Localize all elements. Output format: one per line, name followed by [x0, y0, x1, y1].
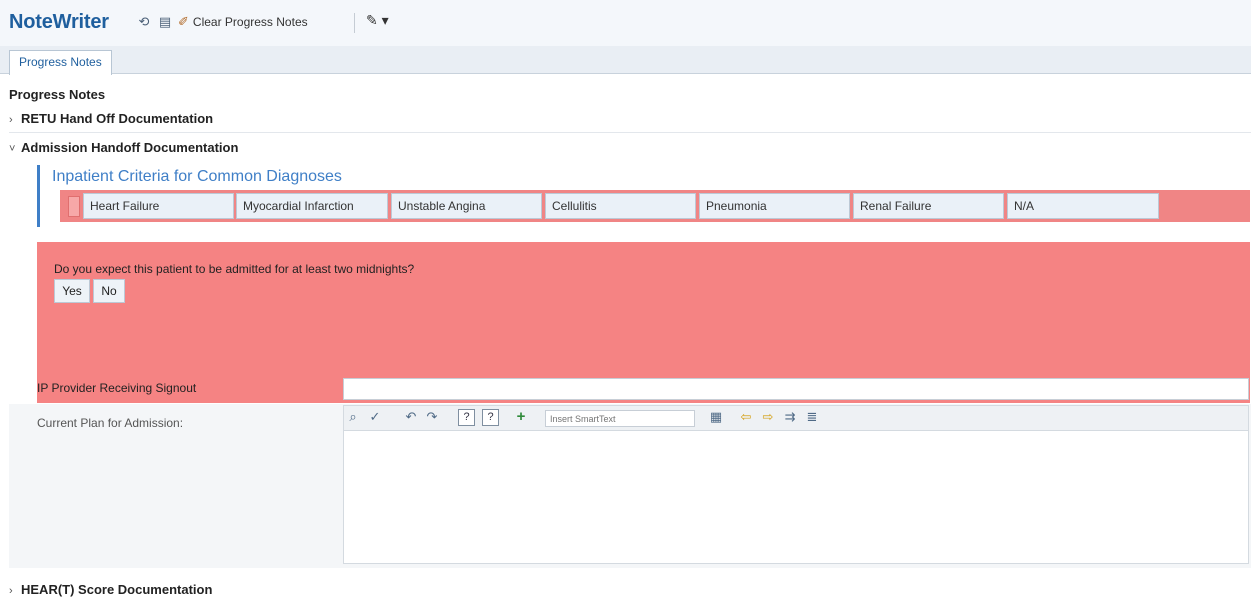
- redo-icon[interactable]: ↷: [424, 409, 440, 425]
- previous-field-icon[interactable]: ⇦: [738, 409, 754, 425]
- pencil-dropdown-icon[interactable]: ✎ ▾: [366, 12, 389, 29]
- plan-label: Current Plan for Admission:: [37, 416, 184, 430]
- criteria-heading: Inpatient Criteria for Common Diagnoses: [52, 168, 342, 185]
- app-title: NoteWriter: [9, 11, 109, 33]
- clipboard-icon[interactable]: ▦: [708, 409, 724, 425]
- help-advanced-icon[interactable]: ?: [482, 409, 499, 426]
- clear-progress-notes-label: Clear Progress Notes: [192, 15, 308, 29]
- help-icon[interactable]: ?: [458, 409, 475, 426]
- ip-provider-label: IP Provider Receiving Signout: [37, 381, 197, 395]
- plan-text-area[interactable]: [343, 431, 1249, 564]
- group-admission-handoff[interactable]: ˅ Admission Handoff Documentation: [9, 140, 238, 155]
- undo-icon[interactable]: ↶: [403, 409, 419, 425]
- tab-strip: Progress Notes: [0, 46, 1251, 75]
- required-marker: [68, 196, 80, 217]
- option-renal-failure[interactable]: Renal Failure: [853, 193, 1004, 219]
- group-retu-hand-off[interactable]: › RETU Hand Off Documentation: [9, 111, 213, 126]
- zoom-icon[interactable]: ⌕: [345, 409, 361, 425]
- share-icon[interactable]: ⇉: [782, 409, 798, 425]
- no-button[interactable]: No: [93, 279, 125, 303]
- group-retu-label: RETU Hand Off Documentation: [21, 111, 214, 126]
- chevron-right-icon: ›: [9, 114, 13, 126]
- section-title: Progress Notes: [9, 87, 106, 102]
- ip-provider-input[interactable]: [343, 378, 1249, 400]
- refresh-icon[interactable]: ⟲: [136, 14, 152, 30]
- chevron-down-icon: ˅: [9, 143, 16, 155]
- option-pneumonia[interactable]: Pneumonia: [699, 193, 850, 219]
- option-unstable-angina[interactable]: Unstable Angina: [391, 193, 542, 219]
- option-na[interactable]: N/A: [1007, 193, 1159, 219]
- chevron-right-icon: ›: [9, 585, 13, 597]
- list-icon[interactable]: ≣: [804, 409, 820, 425]
- option-myocardial-infarction[interactable]: Myocardial Infarction: [236, 193, 388, 219]
- title-bar: NoteWriter ⟲ ▤ ✐ Clear Progress Notes ✎ …: [0, 0, 1251, 46]
- spellcheck-icon[interactable]: ✓: [367, 409, 383, 425]
- option-heart-failure[interactable]: Heart Failure: [83, 193, 234, 219]
- eraser-icon: ✐: [178, 14, 189, 29]
- divider: [9, 132, 1251, 133]
- group-heart-label: HEAR(T) Score Documentation: [21, 582, 213, 597]
- subsection-accent-bar: [37, 165, 40, 227]
- clear-progress-notes-button[interactable]: ✐ Clear Progress Notes: [178, 14, 308, 30]
- document-icon[interactable]: ▤: [157, 14, 173, 30]
- yes-button[interactable]: Yes: [54, 279, 90, 303]
- smarttext-input[interactable]: [545, 410, 695, 427]
- next-field-icon[interactable]: ⇨: [760, 409, 776, 425]
- two-midnights-question: Do you expect this patient to be admitte…: [54, 262, 415, 276]
- group-heart-score[interactable]: › HEAR(T) Score Documentation: [9, 582, 212, 597]
- toolbar-divider: [354, 13, 355, 33]
- add-icon[interactable]: +: [513, 409, 529, 425]
- option-cellulitis[interactable]: Cellulitis: [545, 193, 696, 219]
- group-admission-label: Admission Handoff Documentation: [21, 140, 239, 155]
- tab-progress-notes[interactable]: Progress Notes: [9, 50, 112, 75]
